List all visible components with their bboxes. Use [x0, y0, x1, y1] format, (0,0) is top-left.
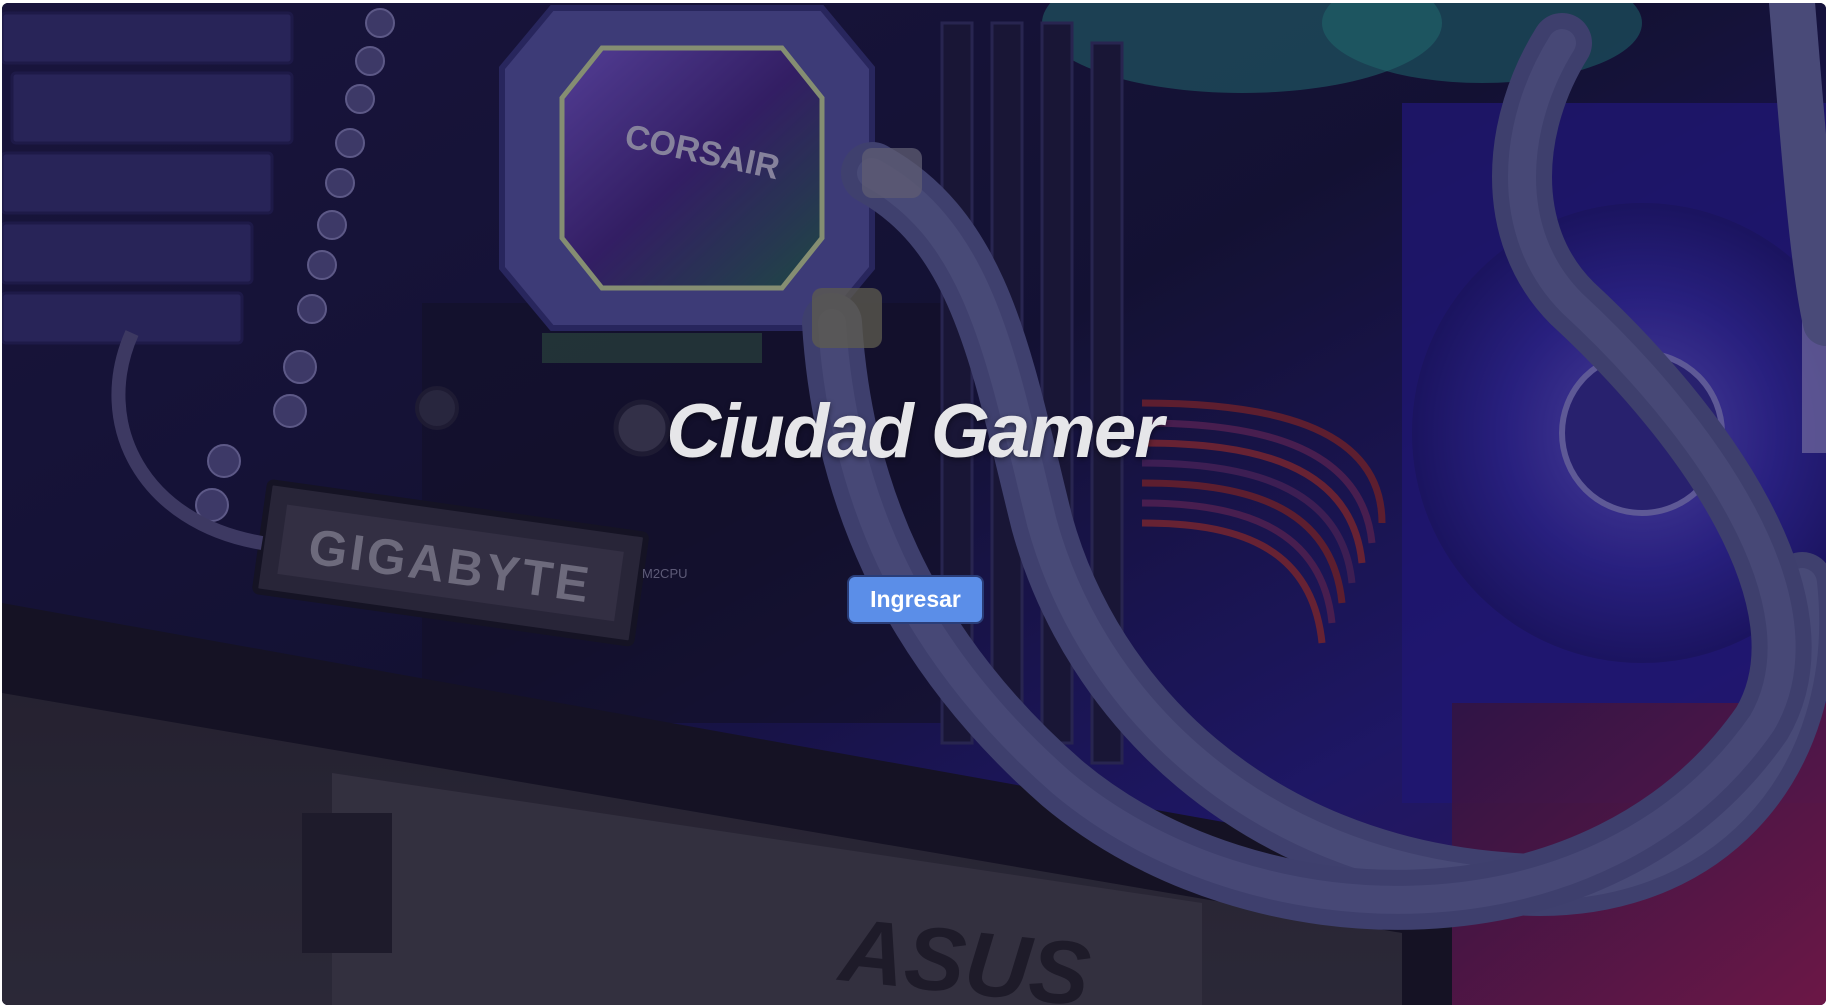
- page-title: Ciudad Gamer: [666, 389, 1163, 474]
- background-dim-overlay: [2, 3, 1826, 1005]
- page-frame: CORSAIR GIGABYTE M2CPU ASUS Ciudad Gamer…: [2, 3, 1826, 1005]
- enter-button[interactable]: Ingresar: [847, 575, 984, 624]
